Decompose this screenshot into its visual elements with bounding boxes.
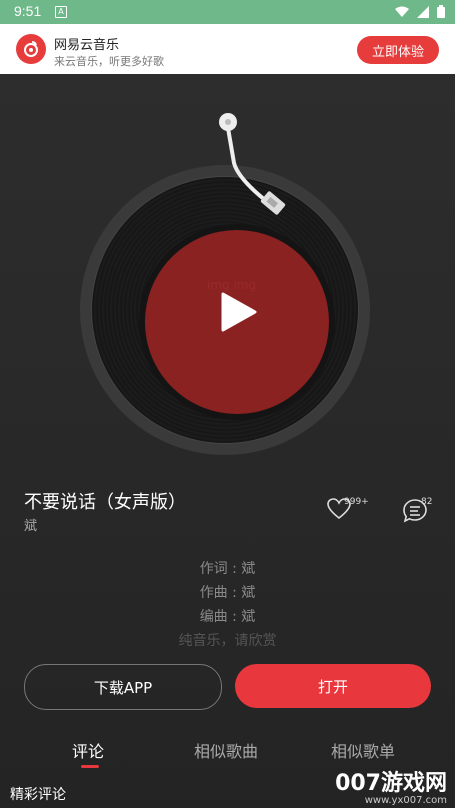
notification-a-icon: A	[55, 6, 67, 18]
tab-similar-songs[interactable]: 相似歌曲	[194, 738, 258, 762]
battery-icon	[437, 5, 445, 18]
download-app-button[interactable]: 下载APP	[24, 664, 222, 710]
lyric-line: 编曲 : 斌	[199, 609, 256, 625]
banner-subtitle: 来云音乐，听更多好歌	[54, 55, 164, 68]
like-count: 999+	[344, 497, 369, 507]
tonearm	[219, 113, 286, 215]
tab-bar: 评论 相似歌曲 相似歌单	[0, 738, 455, 768]
play-icon[interactable]	[215, 290, 259, 334]
status-time: 9:51	[14, 3, 42, 19]
wifi-icon	[395, 6, 409, 17]
try-now-button[interactable]: 立即体验	[357, 36, 439, 64]
lyrics: 作词 : 斌 作曲 : 斌 编曲 : 斌 纯音乐，请欣赏	[0, 557, 455, 653]
active-tab-indicator	[81, 765, 99, 768]
status-icons	[395, 5, 445, 18]
artist-name[interactable]: 斌	[24, 515, 37, 534]
music-logo-icon	[24, 41, 38, 57]
netease-music-logo	[16, 34, 46, 64]
open-button[interactable]: 打开	[235, 664, 431, 708]
lyric-line: 作曲 : 斌	[199, 585, 256, 601]
section-title: 精彩评论	[10, 787, 66, 803]
watermark: 007游戏网 www.yx007.com	[335, 765, 447, 806]
banner-title: 网易云音乐	[54, 38, 120, 53]
disc-label: img img	[145, 230, 329, 414]
song-title: 不要说话（女声版）	[24, 492, 186, 513]
tab-comments[interactable]: 评论	[72, 738, 104, 762]
lyric-line: 作词 : 斌	[199, 561, 256, 577]
watermark-main: 007游戏网	[335, 771, 447, 796]
app-banner: 网易云音乐 来云音乐，听更多好歌 立即体验	[0, 24, 455, 74]
tab-similar-playlists[interactable]: 相似歌单	[331, 738, 395, 762]
signal-icon	[417, 5, 429, 18]
status-bar: 9:51 A	[0, 0, 455, 24]
lyric-line: 纯音乐，请欣赏	[178, 633, 277, 649]
comment-count: 82	[421, 497, 433, 507]
